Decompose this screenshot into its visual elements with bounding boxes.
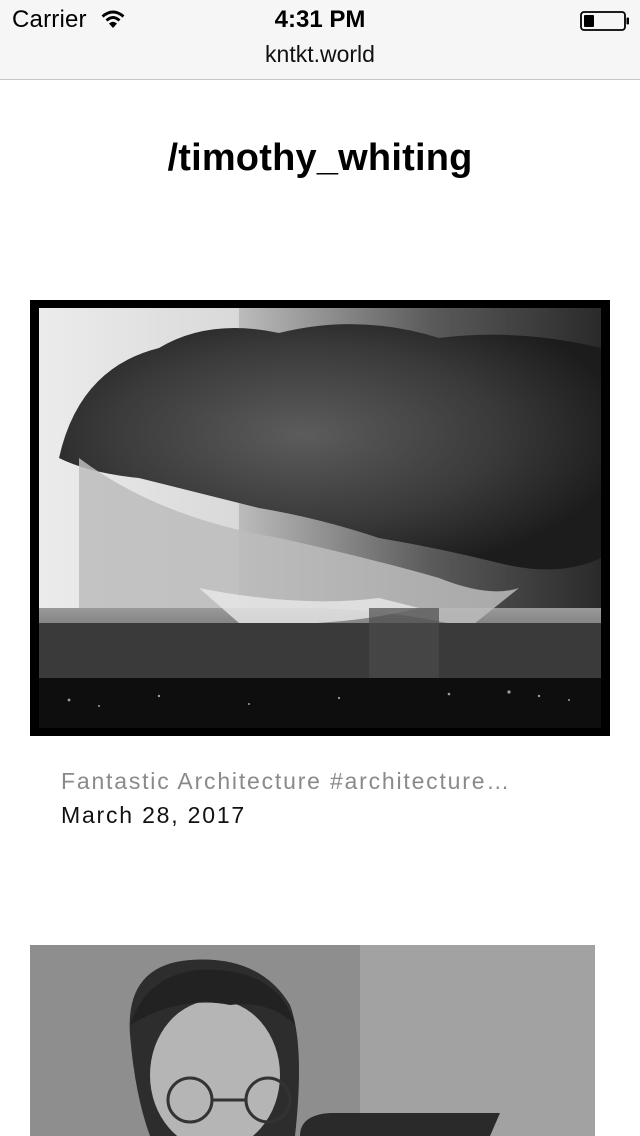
clock: 4:31 PM — [274, 6, 366, 33]
post-date: March 28, 2017 — [61, 802, 247, 828]
status-bar: Carrier 4:31 PM kntkt.world — [0, 0, 640, 80]
battery-icon — [580, 11, 630, 36]
post-image-storm[interactable] — [30, 300, 610, 736]
storm-cloud-photo — [39, 308, 601, 728]
page-title: /timothy_whiting — [167, 137, 473, 179]
address-bar-url[interactable]: kntkt.world — [0, 41, 640, 68]
portrait-photo — [30, 945, 595, 1136]
post-image-portrait[interactable] — [30, 945, 595, 1136]
post-caption[interactable]: Fantastic Architecture #architecture… — [61, 768, 581, 795]
